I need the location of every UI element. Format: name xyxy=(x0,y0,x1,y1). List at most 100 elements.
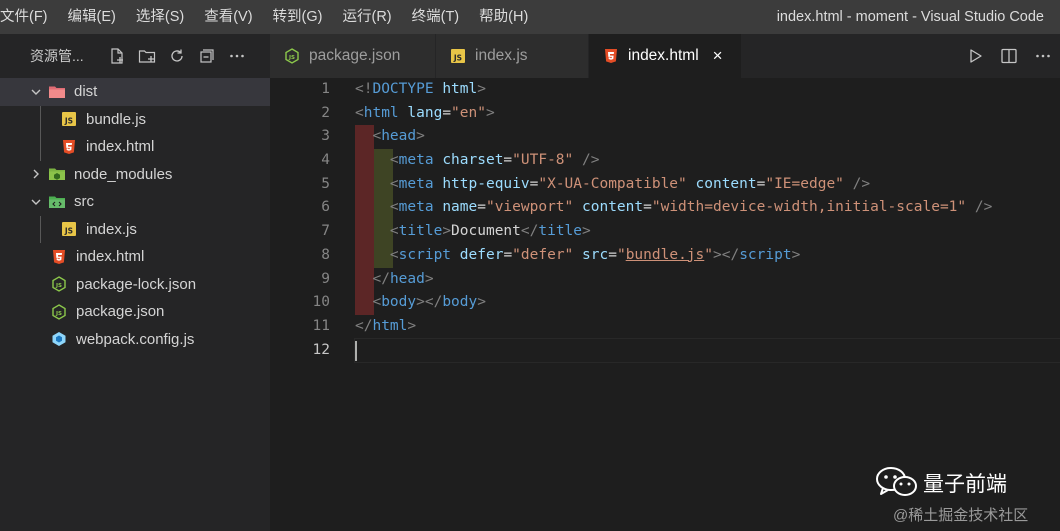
code-token: name xyxy=(442,199,478,216)
menu-item-2[interactable]: 编辑(E) xyxy=(58,0,126,34)
code-token: < xyxy=(372,294,382,311)
code-token: </ xyxy=(721,246,740,263)
code-token: script xyxy=(739,246,792,263)
code-token: </ xyxy=(520,223,539,240)
code-token: html xyxy=(442,81,478,97)
code-line[interactable]: </head> xyxy=(355,267,1060,292)
code-token: < xyxy=(389,199,399,216)
code-line[interactable]: <meta name="viewport" content="width=dev… xyxy=(355,196,1060,221)
code-token: " xyxy=(616,246,626,263)
explorer-header: 资源管... xyxy=(0,34,270,78)
new-file-icon[interactable] xyxy=(102,41,132,71)
menu-item-1[interactable]: 文件(F) xyxy=(0,0,58,34)
code-token: "X-UA-Compatible" xyxy=(538,175,687,192)
tree-item[interactable]: index.html xyxy=(0,243,270,271)
title-bar: 文件(F) 编辑(E) 选择(S) 查看(V) 转到(G) 运行(R) 终端(T) 帮助(H)… xyxy=(0,0,1060,34)
code-token: < xyxy=(372,128,382,145)
code-token: "defer" xyxy=(512,246,574,263)
code-token: title xyxy=(398,223,443,240)
refresh-icon[interactable] xyxy=(162,41,192,71)
code-line[interactable]: <meta charset="UTF-8" /> xyxy=(355,149,1060,173)
code-area[interactable]: <!DOCTYPE html> <html lang="en"> <head> <… xyxy=(354,78,1060,364)
tree-item[interactable]: index.html xyxy=(0,133,270,161)
code-line[interactable]: <head> xyxy=(355,125,1060,150)
code-line[interactable] xyxy=(354,337,1060,364)
chevron-down-icon[interactable] xyxy=(28,194,44,210)
code-token: > xyxy=(424,270,434,287)
tree-item[interactable]: node_modules xyxy=(0,161,270,189)
code-token: = xyxy=(608,246,617,263)
code-token: = xyxy=(442,104,452,121)
tree-item-label: dist xyxy=(74,83,98,101)
tree-item[interactable]: JS package-lock.json xyxy=(0,271,270,299)
close-icon[interactable]: × xyxy=(713,47,723,64)
chevron-down-icon[interactable] xyxy=(28,84,44,100)
code-token: > xyxy=(477,294,486,311)
line-number: 4 xyxy=(321,152,330,169)
menu-item-5[interactable]: 转到(G) xyxy=(263,0,333,34)
code-token: head xyxy=(381,128,417,145)
code-token: /> xyxy=(582,152,600,169)
run-icon[interactable] xyxy=(958,34,992,78)
code-line[interactable]: <html lang="en"> xyxy=(355,102,1060,126)
tab-index-js[interactable]: JS index.js xyxy=(436,34,589,78)
code-line[interactable]: <title>Document</title> xyxy=(355,220,1060,244)
tree-item[interactable]: JS bundle.js xyxy=(0,105,270,133)
collapse-all-icon[interactable] xyxy=(192,41,222,71)
line-number: 2 xyxy=(321,104,330,121)
code-line[interactable]: <body></body> xyxy=(355,291,1060,315)
code-token: = xyxy=(477,199,486,216)
chevron-right-icon[interactable] xyxy=(28,166,44,182)
tree-item-label: webpack.config.js xyxy=(76,330,195,348)
code-line[interactable]: </html> xyxy=(355,315,1060,339)
tab-index-html[interactable]: index.html × xyxy=(589,34,742,78)
tree-item-label: index.js xyxy=(86,220,137,238)
menu-item-7[interactable]: 终端(T) xyxy=(402,0,470,34)
code-token: src xyxy=(582,246,609,263)
menu-item-4[interactable]: 查看(V) xyxy=(194,0,262,34)
code-line[interactable]: <!DOCTYPE html> xyxy=(355,78,1060,102)
menu-item-3[interactable]: 选择(S) xyxy=(126,0,194,34)
code-token: Document xyxy=(451,223,521,240)
js-file-icon: JS xyxy=(60,110,78,128)
code-token: body xyxy=(442,294,478,311)
more-actions-icon[interactable] xyxy=(1026,34,1060,78)
menu-item-8[interactable]: 帮助(H) xyxy=(469,0,538,34)
tree-item[interactable]: webpack.config.js xyxy=(0,326,270,354)
code-line[interactable]: <script defer="defer" src="bundle.js"></… xyxy=(355,243,1060,268)
editor-tab-bar: JS package.json JS index.js index.html × xyxy=(270,34,1060,78)
node-js-icon: JS xyxy=(284,48,300,64)
tree-item[interactable]: src xyxy=(0,188,270,216)
html-file-icon xyxy=(60,138,78,156)
watermark-account-name: 量子前端 xyxy=(923,473,1007,496)
tree-item[interactable]: dist xyxy=(0,78,270,106)
split-editor-icon[interactable] xyxy=(992,34,1026,78)
code-token: DOCTYPE xyxy=(372,81,434,97)
code-token: /> xyxy=(974,199,993,216)
code-token: = xyxy=(503,246,513,263)
tree-item[interactable]: JS index.js xyxy=(0,215,270,243)
code-token: > xyxy=(791,246,801,263)
tree-item[interactable]: JS package.json xyxy=(0,298,270,326)
code-token: meta xyxy=(398,152,434,169)
svg-text:JS: JS xyxy=(453,54,462,63)
svg-text:JS: JS xyxy=(64,227,73,236)
tab-package-json[interactable]: JS package.json xyxy=(270,34,436,78)
watermark-source: @稀土掘金技术社区 xyxy=(893,507,1029,524)
line-number: 11 xyxy=(312,317,330,334)
code-token: meta xyxy=(398,175,434,192)
menu-item-6[interactable]: 运行(R) xyxy=(332,0,401,34)
code-token: > xyxy=(477,81,486,97)
new-folder-icon[interactable] xyxy=(132,41,162,71)
more-icon[interactable] xyxy=(222,41,252,71)
folder-node-modules-icon xyxy=(48,165,66,183)
code-token: body xyxy=(381,294,417,311)
code-line[interactable]: <meta http-equiv="X-UA-Compatible" conte… xyxy=(355,172,1060,197)
tree-item-label: bundle.js xyxy=(86,110,147,128)
code-text: <html lang="en"> xyxy=(355,105,495,121)
